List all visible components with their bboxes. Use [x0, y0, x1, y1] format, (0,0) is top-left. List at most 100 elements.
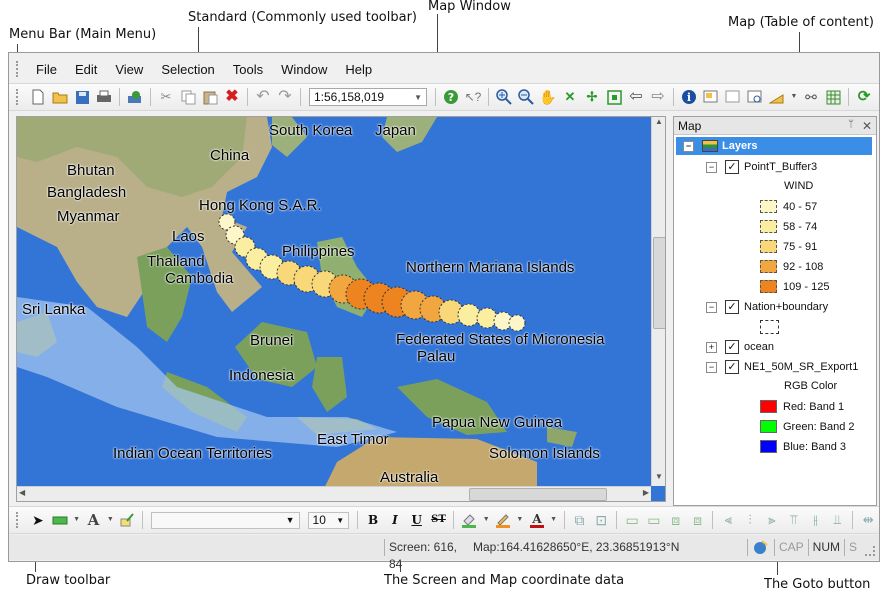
toc-layer-ocean[interactable]: + ✓ ocean	[706, 340, 774, 354]
toc-layer-nation[interactable]: − ✓ Nation+boundary	[706, 300, 828, 314]
line-color-icon[interactable]	[494, 511, 512, 529]
table-icon[interactable]	[824, 88, 842, 106]
align-center-icon[interactable]: ⫶	[741, 511, 759, 529]
new-icon[interactable]	[29, 88, 47, 106]
send-backward-icon[interactable]: ⧈	[689, 511, 707, 529]
layer-visibility-checkbox[interactable]: ✓	[725, 360, 739, 374]
vertical-scroll-thumb[interactable]	[653, 237, 665, 329]
chevron-down-icon[interactable]: ▼	[516, 511, 524, 529]
zoom-in-icon[interactable]	[495, 88, 513, 106]
chevron-down-icon[interactable]: ▼	[106, 511, 114, 529]
bring-to-front-icon[interactable]: ▭	[623, 511, 641, 529]
bring-forward-icon[interactable]: ⧈	[667, 511, 685, 529]
toc-layer-raster[interactable]: − ✓ NE1_50M_SR_Export1	[706, 360, 858, 374]
fixed-zoom-in-icon[interactable]: ✕	[561, 88, 579, 106]
send-to-back-icon[interactable]: ▭	[645, 511, 663, 529]
print-icon[interactable]	[95, 88, 113, 106]
fixed-zoom-out-icon[interactable]: ✢	[583, 88, 601, 106]
align-left-icon[interactable]: ⫷	[719, 511, 737, 529]
clear-selection-icon[interactable]	[724, 88, 742, 106]
align-middle-icon[interactable]: ⫲	[807, 511, 825, 529]
scale-dropdown[interactable]: 1:56,158,019 ▼	[309, 88, 427, 106]
map-window[interactable]: South Korea Japan China Bhutan Banglades…	[16, 116, 666, 502]
refresh-icon[interactable]: ⟳	[855, 88, 873, 106]
screen-coordinates: Screen: 616, 84	[383, 539, 469, 571]
scroll-left-arrow[interactable]: ◀	[19, 488, 25, 497]
fill-color-icon[interactable]	[460, 511, 478, 529]
copy-icon[interactable]	[179, 88, 197, 106]
label-laos: Laos	[172, 228, 205, 245]
resize-grip[interactable]	[865, 545, 875, 556]
horizontal-scrollbar[interactable]: ◀ ▶	[17, 486, 651, 501]
expand-toggle[interactable]: +	[706, 341, 717, 353]
menu-edit[interactable]: Edit	[66, 62, 106, 77]
forward-extent-icon[interactable]: ⇨	[649, 88, 667, 106]
menu-file[interactable]: File	[27, 62, 66, 77]
open-icon[interactable]	[51, 88, 69, 106]
vertical-scrollbar[interactable]: ▲ ▼	[651, 117, 665, 486]
pin-icon[interactable]: ᛘ	[848, 119, 854, 133]
find-icon[interactable]	[746, 88, 764, 106]
pan-icon[interactable]: ✋	[539, 88, 557, 106]
underline-button[interactable]: U	[408, 511, 426, 529]
scroll-down-arrow[interactable]: ▼	[652, 472, 665, 486]
delete-icon[interactable]: ✖	[223, 88, 241, 106]
chevron-down-icon[interactable]: ▼	[790, 88, 798, 106]
italic-button[interactable]: I	[386, 511, 404, 529]
layer-visibility-checkbox[interactable]: ✓	[725, 340, 739, 354]
font-name-dropdown[interactable]: ▼	[151, 511, 300, 529]
menu-selection[interactable]: Selection	[152, 62, 223, 77]
save-icon[interactable]	[73, 88, 91, 106]
collapse-toggle[interactable]: −	[706, 361, 717, 373]
help-icon[interactable]: ?	[442, 88, 460, 106]
align-right-icon[interactable]: ⫸	[763, 511, 781, 529]
legend-class-row: Red: Band 1	[760, 400, 844, 413]
identify-icon[interactable]: i	[680, 88, 698, 106]
full-extent-icon[interactable]	[605, 88, 623, 106]
edit-vertices-icon[interactable]	[118, 511, 136, 529]
toc-layer-buffer[interactable]: − ✓ PointT_Buffer3	[706, 160, 817, 174]
hyperlink-icon[interactable]: ⚯	[802, 88, 820, 106]
goto-button[interactable]	[746, 539, 774, 556]
ungroup-icon[interactable]: ⊡	[592, 511, 610, 529]
layer-visibility-checkbox[interactable]: ✓	[725, 300, 739, 314]
group-icon[interactable]: ⧉	[571, 511, 589, 529]
rectangle-tool-icon[interactable]	[51, 511, 69, 529]
whats-this-icon[interactable]: ↖?	[464, 88, 482, 106]
layer-visibility-checkbox[interactable]: ✓	[725, 160, 739, 174]
back-extent-icon[interactable]: ⇦	[627, 88, 645, 106]
paste-icon[interactable]	[201, 88, 219, 106]
scroll-right-arrow[interactable]: ▶	[643, 488, 649, 497]
redo-icon[interactable]: ↷	[276, 88, 294, 106]
horizontal-scroll-thumb[interactable]	[469, 488, 607, 501]
bold-button[interactable]: B	[364, 511, 382, 529]
menu-view[interactable]: View	[106, 62, 152, 77]
scroll-up-arrow[interactable]: ▲	[652, 117, 665, 131]
font-size-dropdown[interactable]: 10 ▼	[307, 511, 350, 529]
zoom-out-icon[interactable]	[517, 88, 535, 106]
select-pointer-icon[interactable]: ➤	[29, 511, 47, 529]
chevron-down-icon[interactable]: ▼	[482, 511, 490, 529]
chevron-down-icon[interactable]: ▼	[73, 511, 81, 529]
svg-text:i: i	[687, 91, 691, 104]
strikethrough-button[interactable]: ST	[430, 511, 448, 529]
align-bottom-icon[interactable]: ⫫	[828, 511, 846, 529]
align-top-icon[interactable]: ⫪	[785, 511, 803, 529]
collapse-toggle[interactable]: −	[683, 140, 694, 152]
distribute-icon[interactable]: ⇹	[859, 511, 877, 529]
collapse-toggle[interactable]: −	[706, 301, 717, 313]
font-color-icon[interactable]: A	[528, 511, 546, 529]
menu-window[interactable]: Window	[272, 62, 336, 77]
select-features-icon[interactable]	[702, 88, 720, 106]
text-tool-icon[interactable]: A	[85, 511, 103, 529]
collapse-toggle[interactable]: −	[706, 161, 717, 173]
cut-icon[interactable]: ✂	[157, 88, 175, 106]
chevron-down-icon[interactable]: ▼	[550, 511, 558, 529]
measure-icon[interactable]	[768, 88, 786, 106]
undo-icon[interactable]: ↶	[254, 88, 272, 106]
menu-tools[interactable]: Tools	[224, 62, 272, 77]
menu-help[interactable]: Help	[336, 62, 381, 77]
close-icon[interactable]: ✕	[862, 119, 872, 133]
toc-root-layers[interactable]: − Layers	[676, 137, 872, 155]
add-data-icon[interactable]	[126, 88, 144, 106]
